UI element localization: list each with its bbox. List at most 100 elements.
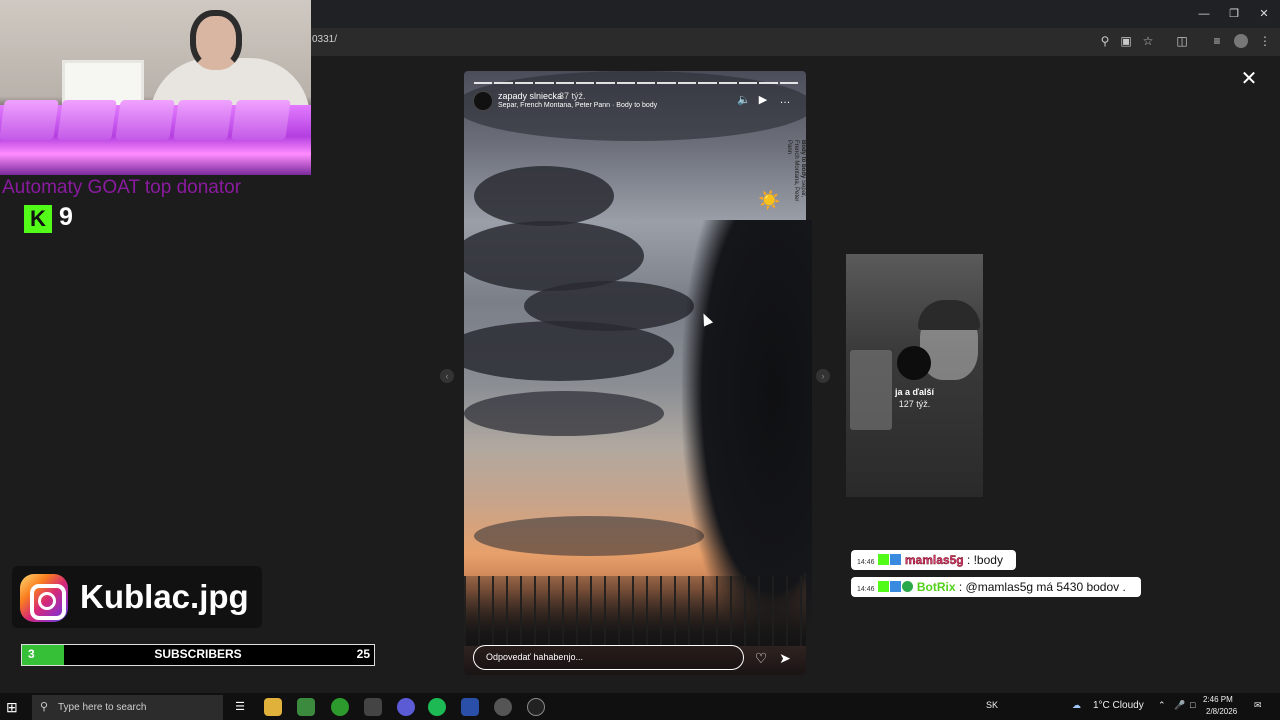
story-fence [464,576,806,646]
keyboard-key [57,100,117,140]
chat-username[interactable]: mamlas5g [905,553,964,567]
story-progress-segment [535,82,554,84]
story-progress-segment [637,82,656,84]
cloud [474,516,704,556]
story-progress-segment [555,82,574,84]
cloud [464,321,674,381]
zoom-icon[interactable]: ⚲ [1098,34,1112,48]
bookmark-star-icon[interactable]: ☆ [1141,34,1155,48]
chat-username[interactable]: BotRix [917,580,956,594]
kick-logo-icon: K [24,205,52,233]
story-progress-segment [474,82,493,84]
story-progress-segment [738,82,758,84]
task-view-icon[interactable]: ☰ [231,698,249,716]
next-story-name[interactable]: ja a ďalší [846,387,983,397]
kick-badge-icon [877,554,889,565]
instagram-icon [20,574,68,622]
story-progress-segment [616,82,635,84]
instagram-handle: Kublac.jpg [80,578,249,615]
chat-text: @mamlas5g má 5430 bodov . [962,580,1126,594]
app-icon[interactable] [494,698,512,716]
clock-time[interactable]: 2:46 PM [1203,695,1233,704]
spotify-icon[interactable] [428,698,446,716]
kick-viewer-count: 9 [59,203,73,231]
obs-icon[interactable] [527,698,545,716]
notifications-icon[interactable]: ✉ [1254,700,1262,711]
chat-timestamp: 14:46 [857,559,875,566]
next-story-avatar[interactable] [897,346,931,380]
like-heart-icon[interactable]: ♡ [753,650,769,666]
shield-app-icon[interactable] [461,698,479,716]
kick-badge-icon [877,581,889,592]
mic-icon[interactable]: 🎤 [1174,700,1185,711]
play-icon[interactable]: ▶ [756,93,770,107]
webcam-feed [0,0,311,175]
sun-sticker-icon: ☀️ [758,190,781,210]
store-icon[interactable] [297,698,315,716]
chat-message: 14:46 mamlas5g : !body [851,550,1016,570]
file-explorer-icon[interactable] [264,698,282,716]
extensions-icon[interactable]: ◫ [1175,34,1189,48]
cloud [464,391,664,436]
windows-start-icon[interactable]: ⊞ [6,699,22,715]
story-progress-segment [575,82,595,84]
mute-icon[interactable]: 🔈 [737,93,751,107]
verified-badge-icon [901,581,913,592]
bot-badge-icon [889,581,901,592]
webcam-person-head [190,10,242,70]
next-story-time: 127 týž. [898,399,931,409]
story-username[interactable]: zapady slniecka [498,91,562,101]
story-progress-segment [718,82,737,84]
url-text[interactable]: 0331/ [312,34,337,45]
story-progress-segment [596,82,615,84]
menu-kebab-icon[interactable]: ⋮ [1258,34,1272,48]
taskbar-search[interactable]: Type here to search [32,695,223,720]
minimize-icon[interactable]: — [1194,6,1214,22]
story-progress-segment [698,82,717,84]
xbox-icon[interactable] [331,698,349,716]
keyboard-key [231,100,291,140]
search-icon: ⚲ [40,701,49,713]
chat-message: 14:46 BotRix : @mamlas5g má 5430 bodov . [851,577,1141,597]
share-send-icon[interactable]: ➤ [777,650,793,666]
story-time: 37 týž. [559,91,586,101]
weather-text[interactable]: 1°C Cloudy [1093,700,1144,711]
story-progress-segment [677,82,697,84]
story-progress-segment [514,82,534,84]
music-sticker: Body to body Separ, French Montana, Pete… [780,140,806,215]
chrome-icon[interactable] [364,698,382,716]
story-progress-segment [759,82,778,84]
tray-chevron-icon[interactable]: ⌃ [1158,700,1166,711]
story-progress-segment [657,82,676,84]
chat-text: !body [970,553,1003,567]
install-app-icon[interactable]: ▣ [1119,34,1133,48]
media-control-icon[interactable]: ≡ [1210,34,1224,48]
story-avatar[interactable] [473,91,493,111]
story-progress-segment [779,82,798,84]
close-window-icon[interactable]: ✕ [1254,6,1274,22]
keyboard-key [0,100,59,140]
keyboard-key [173,100,233,140]
keyboard-key [115,100,175,140]
language-indicator[interactable]: SK [986,700,998,710]
clock-date[interactable]: 2/8/2026 [1206,707,1237,716]
more-options-icon[interactable]: … [778,93,792,107]
discord-icon[interactable] [397,698,415,716]
network-icon[interactable]: □ [1190,700,1195,710]
top-donator-text: Automaty GOAT top donator [2,177,242,198]
prev-story-arrow-icon[interactable]: ‹ [440,369,454,383]
sticker-song-title: Body to body [800,140,806,179]
story-music-info[interactable]: Separ, French Montana, Peter Pann · Body… [498,102,657,109]
mod-badge-icon [889,554,901,565]
subscriber-goal: 25 [356,647,370,661]
subscriber-label: SUBSCRIBERS [154,647,242,661]
restore-icon[interactable]: ❐ [1224,6,1244,22]
profile-avatar[interactable] [1234,34,1248,48]
weather-icon: ☁ [1072,700,1081,710]
close-story-icon[interactable]: ✕ [1240,69,1258,89]
next-story-arrow-icon[interactable]: › [816,369,830,383]
chat-timestamp: 14:46 [857,586,875,593]
story-reply-input[interactable]: Odpovedať hahabenjo... [473,645,744,670]
story-progress-segment [494,82,513,84]
cloud [474,166,614,226]
